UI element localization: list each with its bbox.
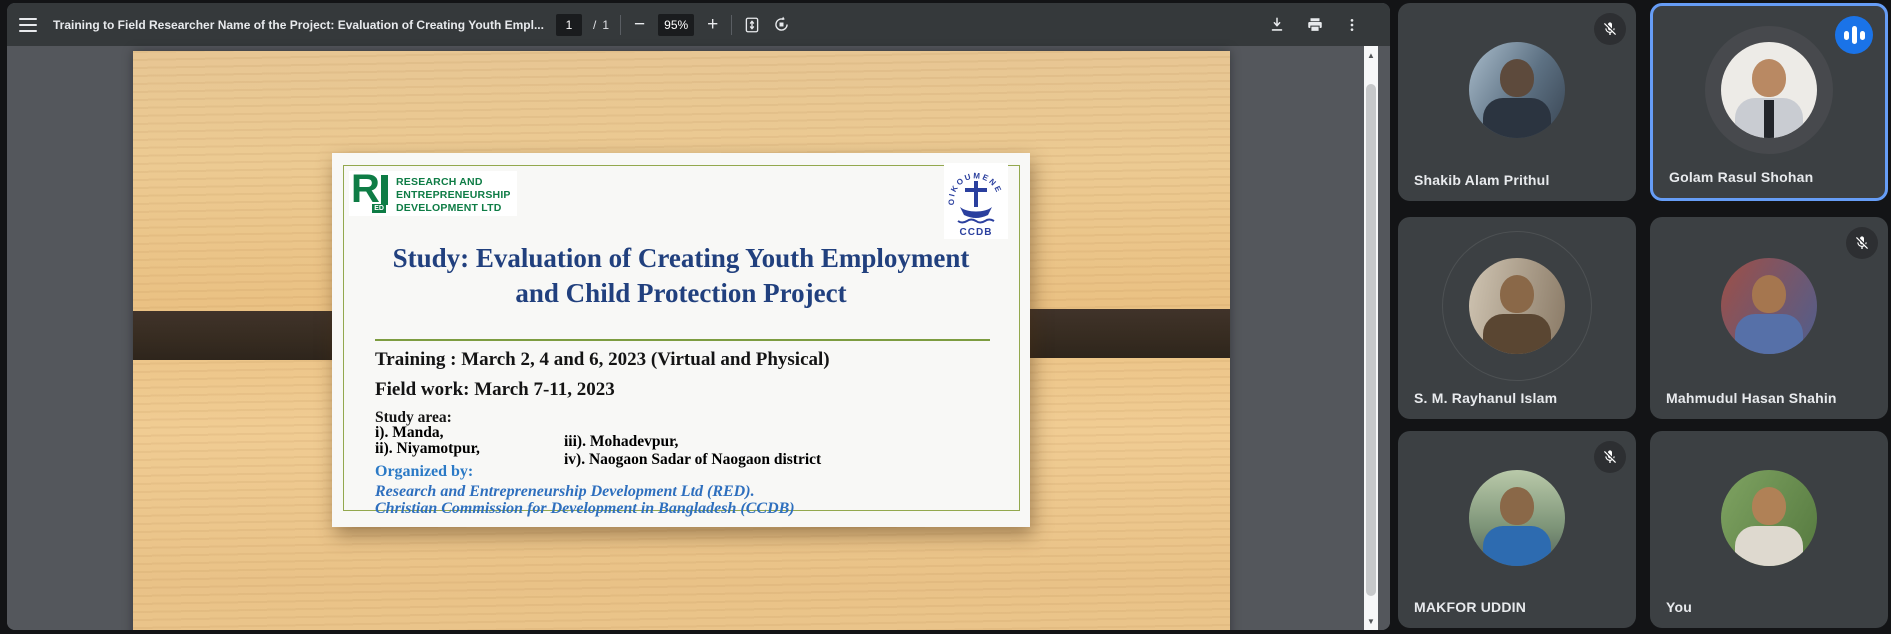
zoom-in-button[interactable]: + bbox=[705, 15, 720, 34]
slide-card: R ED RESEARCH AND ENTREPRENEURSHIP DEVEL… bbox=[332, 153, 1030, 527]
download-icon[interactable] bbox=[1268, 16, 1286, 34]
document-title: Training to Field Researcher Name of the… bbox=[53, 18, 533, 32]
print-icon[interactable] bbox=[1306, 16, 1324, 34]
scroll-up-arrow[interactable]: ▲ bbox=[1364, 48, 1378, 62]
scrollbar[interactable]: ▲ ▼ bbox=[1364, 46, 1378, 630]
rotate-icon[interactable] bbox=[772, 15, 791, 34]
speaking-indicator-icon bbox=[1835, 16, 1873, 54]
participant-tile[interactable]: Shakib Alam Prithul bbox=[1398, 3, 1636, 201]
participant-name: MAKFOR UDDIN bbox=[1414, 599, 1526, 615]
screen-share-region: Training to Field Researcher Name of the… bbox=[0, 0, 1397, 634]
participant-name: S. M. Rayhanul Islam bbox=[1414, 390, 1557, 406]
avatar bbox=[1469, 470, 1565, 566]
green-divider bbox=[375, 339, 990, 341]
avatar bbox=[1469, 42, 1565, 138]
page-number-input[interactable]: 1 bbox=[556, 14, 582, 36]
red-logo: R ED RESEARCH AND ENTREPRENEURSHIP DEVEL… bbox=[349, 171, 517, 216]
avatar bbox=[1721, 42, 1817, 138]
pdf-viewport[interactable]: R ED RESEARCH AND ENTREPRENEURSHIP DEVEL… bbox=[7, 46, 1390, 630]
participant-tile-self[interactable]: You bbox=[1650, 431, 1888, 628]
scroll-down-arrow[interactable]: ▼ bbox=[1364, 614, 1378, 628]
organizer-names: Research and Entrepreneurship Developmen… bbox=[375, 483, 795, 518]
participant-tile[interactable]: S. M. Rayhanul Islam bbox=[1398, 217, 1636, 419]
menu-icon[interactable] bbox=[19, 18, 37, 32]
more-options-icon[interactable] bbox=[1344, 17, 1360, 33]
avatar bbox=[1721, 470, 1817, 566]
slide-page: R ED RESEARCH AND ENTREPRENEURSHIP DEVEL… bbox=[133, 51, 1230, 630]
training-dates: Training : March 2, 4 and 6, 2023 (Virtu… bbox=[375, 349, 830, 371]
toolbar-divider bbox=[731, 15, 732, 35]
page-total: 1 bbox=[602, 18, 609, 32]
participant-name: Shakib Alam Prithul bbox=[1414, 172, 1550, 188]
mic-off-icon bbox=[1594, 441, 1626, 473]
participant-name: Golam Rasul Shohan bbox=[1669, 169, 1813, 185]
zoom-out-button[interactable]: − bbox=[632, 15, 647, 34]
pdf-viewer-window: Training to Field Researcher Name of the… bbox=[7, 3, 1390, 630]
fit-to-page-icon[interactable] bbox=[743, 16, 761, 34]
mic-off-icon bbox=[1594, 13, 1626, 45]
ccdb-logo: OIKOUMENE CCDB bbox=[944, 163, 1008, 239]
study-area-column-2: iii). Mohadevpur, iv). Naogaon Sadar of … bbox=[564, 433, 821, 469]
participant-name: You bbox=[1666, 599, 1692, 615]
red-logo-text: RESEARCH AND ENTREPRENEURSHIP DEVELOPMEN… bbox=[396, 173, 511, 214]
scrollbar-thumb[interactable] bbox=[1366, 84, 1376, 596]
page-separator: / bbox=[593, 18, 596, 32]
mic-off-icon bbox=[1846, 227, 1878, 259]
toolbar-divider bbox=[620, 15, 621, 35]
avatar bbox=[1469, 258, 1565, 354]
pdf-toolbar: Training to Field Researcher Name of the… bbox=[7, 3, 1390, 46]
participant-tile[interactable]: Mahmudul Hasan Shahin bbox=[1650, 217, 1888, 419]
participant-name: Mahmudul Hasan Shahin bbox=[1666, 390, 1837, 406]
avatar bbox=[1721, 258, 1817, 354]
organized-by-label: Organized by: bbox=[375, 463, 473, 481]
slide-ribbon-left bbox=[133, 311, 347, 360]
zoom-level-input[interactable]: 95% bbox=[658, 14, 694, 36]
red-logo-icon: R ED bbox=[351, 173, 388, 213]
svg-text:CCDB: CCDB bbox=[960, 227, 993, 237]
participant-tile[interactable]: MAKFOR UDDIN bbox=[1398, 431, 1636, 628]
slide-title: Study: Evaluation of Creating Youth Empl… bbox=[332, 241, 1030, 311]
slide-ribbon-right bbox=[1005, 309, 1230, 358]
fieldwork-dates: Field work: March 7-11, 2023 bbox=[375, 379, 615, 401]
participant-tile-speaking[interactable]: Golam Rasul Shohan bbox=[1650, 3, 1888, 201]
study-area-column-1: i). Manda, ii). Niyamotpur, bbox=[375, 425, 480, 458]
